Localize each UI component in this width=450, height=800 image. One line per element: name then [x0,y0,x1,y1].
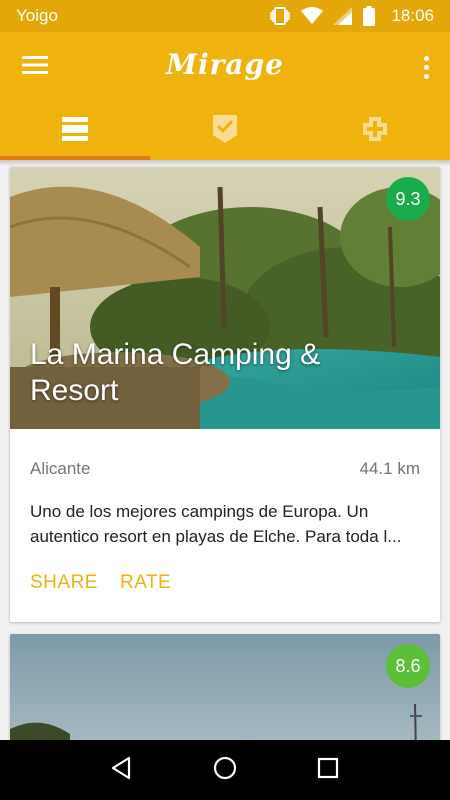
list-view-icon [62,116,88,146]
more-vert-icon-dot [423,73,429,79]
recents-button[interactable] [308,750,348,790]
tab-bar-shadow [0,160,450,166]
card-actions: SHARE RATE [10,554,440,594]
overflow-menu-button[interactable] [416,52,436,82]
tab-add[interactable] [300,102,450,160]
campsite-card[interactable]: 9.3 La Marina Camping & Resort Alicante … [10,167,440,622]
rate-button[interactable]: RATE [120,572,171,594]
campsite-title: La Marina Camping & Resort [30,338,321,407]
home-circle-icon [213,756,237,785]
wifi-icon [301,7,324,25]
status-bar: Yoigo 18:06 [0,0,450,32]
more-vert-icon-dot [423,64,429,70]
app-bar: Mirage [0,32,450,102]
campsite-description: Uno de los mejores campings de Europa. U… [30,502,402,546]
clock: 18:06 [391,6,434,25]
campsite-location: Alicante [30,459,91,478]
more-vert-icon-dot [423,55,429,61]
tab-bar [0,102,450,160]
campsite-distance: 44.1 km [359,459,420,478]
recents-square-icon [317,757,339,784]
system-nav-bar [0,740,450,800]
checkmark-badge-icon [213,114,237,148]
battery-icon [363,6,376,26]
tab-list[interactable] [0,102,150,160]
back-triangle-icon [110,756,134,785]
home-button[interactable] [205,750,245,790]
add-square-icon [363,116,387,146]
campsite-meta: Alicante 44.1 km [10,429,440,479]
share-button[interactable]: SHARE [30,572,98,594]
vibrate-icon [269,7,291,25]
menu-button[interactable] [20,52,50,82]
signal-icon [333,7,353,25]
campsite-photo: 9.3 La Marina Camping & Resort [10,167,440,429]
app-title: Mirage [166,48,284,81]
campsite-card[interactable]: 8.6 [10,634,440,754]
status-icons: 18:06 [269,6,434,26]
back-button[interactable] [102,750,142,790]
hamburger-menu-icon [22,55,48,80]
campsite-sky-image [10,634,440,754]
campsite-photo: 8.6 [10,634,440,754]
rating-badge: 8.6 [386,644,430,688]
tab-checked[interactable] [150,102,300,160]
carrier-name: Yoigo [16,6,58,25]
rating-badge: 9.3 [386,177,430,221]
